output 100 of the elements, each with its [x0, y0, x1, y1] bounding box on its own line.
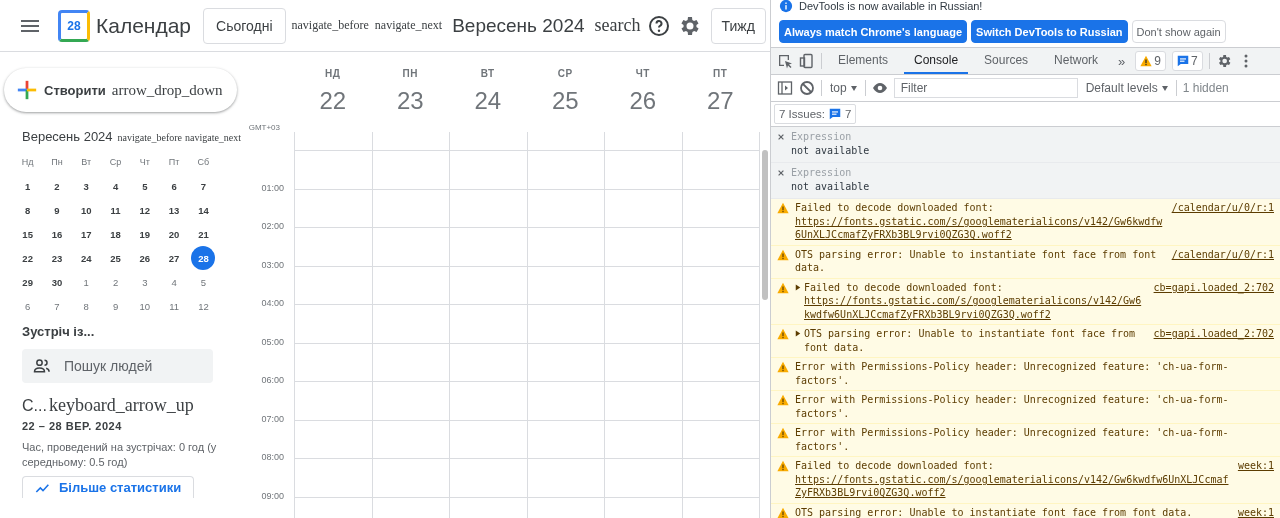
meeting-summary: Час, проведений на зустрічах: 0 год (у середньому: 0.5 год) — [22, 440, 218, 470]
source-link[interactable]: /calendar/u/0/r:1 — [1171, 201, 1274, 215]
url-link[interactable]: https://fonts.gstatic.com/s/googlematerialicons/v142/Gw6kwdfw6UnXLJCcmafZyFRXb3BL9rvi0QZG3Q.woff2 — [795, 472, 1230, 500]
next-month-button[interactable]: navigate_next — [185, 132, 242, 143]
date-number[interactable]: 26 — [629, 87, 657, 115]
previous-month-button[interactable]: navigate_before — [117, 132, 182, 143]
panel-tab[interactable]: Sources — [974, 48, 1039, 74]
calendar-day[interactable]: 6 — [15, 294, 40, 318]
url-link[interactable]: https://fonts.gstatic.com/s/googlematerialicons/v142/Gw6kwdfw6UnXLJCcmafZyFRXb3BL9rvi0QZG3Q.woff2 — [804, 294, 1146, 321]
source-link[interactable]: /calendar/u/0/r:1 — [1171, 247, 1274, 261]
calendar-day[interactable]: 21 — [191, 222, 216, 246]
date-number[interactable]: 23 — [396, 87, 424, 115]
device-icon[interactable] — [799, 53, 815, 69]
panel-tab[interactable]: Elements — [828, 48, 899, 74]
calendar-day[interactable]: 27 — [162, 246, 187, 270]
warning-icon — [777, 202, 789, 214]
calendar-day[interactable]: 10 — [74, 198, 99, 222]
calendar-day[interactable]: 16 — [44, 222, 69, 246]
source-link[interactable]: cb=gapi.loaded_2:702 — [1153, 280, 1274, 294]
expand-icon[interactable] — [795, 330, 801, 337]
close-icon[interactable] — [777, 169, 785, 177]
calendar-day[interactable]: 26 — [132, 246, 157, 270]
issues-button[interactable]: 7 Issues: 7 — [774, 104, 857, 124]
calendar-day[interactable]: 24 — [74, 246, 99, 270]
calendar-day[interactable]: 17 — [74, 222, 99, 246]
calendar-day[interactable]: 3 — [132, 270, 157, 294]
calendar-day[interactable]: 4 — [103, 174, 128, 198]
calendar-day[interactable]: 18 — [103, 222, 128, 246]
close-icon[interactable] — [777, 133, 785, 141]
weekday-label: Нд — [20, 156, 35, 169]
calendar-day[interactable]: 14 — [191, 198, 216, 222]
messages-counter[interactable]: 7 — [1172, 51, 1203, 71]
calendar-day[interactable]: 13 — [162, 198, 187, 222]
previous-button[interactable]: navigate_before — [291, 18, 369, 33]
warnings-counter[interactable]: 9 — [1135, 51, 1167, 71]
source-link[interactable]: week:1 — [1237, 505, 1274, 518]
calendar-day[interactable]: 8 — [15, 198, 40, 222]
calendar-day[interactable]: 19 — [132, 222, 157, 246]
weekday-label: ПН — [402, 68, 418, 79]
date-number[interactable]: 25 — [551, 87, 579, 115]
clear-console-icon[interactable] — [799, 80, 815, 96]
calendar-day[interactable]: 10 — [132, 294, 157, 318]
weekday-label: Чт — [138, 156, 151, 169]
filter-field[interactable]: Filter — [893, 78, 1078, 98]
calendar-day[interactable]: 7 — [191, 174, 216, 198]
calendar-day[interactable]: 2 — [103, 270, 128, 294]
url-link[interactable]: https://fonts.gstatic.com/s/googlematerialicons/v142/Gw6kwdfw6UnXLJCcmafZyFRXb3BL9rvi0QZG3Q.woff2 — [795, 214, 1164, 242]
eye-icon[interactable] — [871, 80, 888, 96]
calendar-day[interactable]: 30 — [44, 270, 69, 294]
date-number[interactable]: 24 — [474, 87, 502, 115]
calendar-day[interactable]: 15 — [15, 222, 40, 246]
notice-button[interactable]: Always match Chrome's language — [779, 20, 968, 43]
calendar-day[interactable]: 1 — [74, 270, 99, 294]
calendar-day[interactable]: 11 — [103, 198, 128, 222]
calendar-day[interactable]: 8 — [74, 294, 99, 318]
calendar-day[interactable]: 20 — [162, 222, 187, 246]
help-icon[interactable] — [646, 13, 671, 38]
calendar-day[interactable]: 6 — [162, 174, 187, 198]
expand-icon[interactable] — [795, 283, 801, 291]
expression-value: not available — [791, 179, 871, 193]
sidebar-toggle-icon[interactable] — [777, 80, 793, 96]
calendar-day[interactable]: 28 — [191, 246, 216, 270]
more-stats-button[interactable]: Більше статистики — [22, 476, 195, 498]
warning-text: Failed to decode downloaded font: — [795, 201, 995, 215]
calendar-day[interactable]: 25 — [103, 246, 128, 270]
create-button[interactable]: Створити arrow_drop_down — [4, 68, 237, 112]
more-tabs-button[interactable]: » — [1114, 53, 1130, 69]
view-dropdown[interactable]: Тижд — [710, 7, 766, 44]
collapse-button[interactable]: keyboard_arrow_up — [48, 395, 194, 416]
calendar-day[interactable]: 29 — [15, 270, 40, 294]
calendar-day[interactable]: 12 — [132, 198, 157, 222]
calendar-day[interactable]: 11 — [162, 294, 187, 318]
notice-button[interactable]: Don't show again — [1131, 20, 1226, 43]
levels-dropdown[interactable]: Default levels — [1083, 81, 1170, 95]
source-link[interactable]: cb=gapi.loaded_2:702 — [1153, 327, 1274, 341]
calendar-day[interactable]: 1 — [15, 174, 40, 198]
calendar-day[interactable]: 4 — [162, 270, 187, 294]
warning-icon — [777, 281, 789, 294]
next-button[interactable]: navigate_next — [374, 18, 443, 33]
calendar-day[interactable]: 9 — [44, 198, 69, 222]
today-button[interactable]: Сьогодні — [203, 7, 286, 44]
calendar-day[interactable]: 2 — [44, 174, 69, 198]
calendar-day[interactable]: 5 — [191, 270, 216, 294]
date-number[interactable]: 22 — [319, 87, 347, 115]
context-dropdown[interactable]: top — [828, 81, 859, 95]
source-link[interactable]: week:1 — [1237, 459, 1274, 473]
calendar-day[interactable]: 7 — [44, 294, 69, 318]
date-number[interactable]: 27 — [706, 87, 734, 115]
calendar-day[interactable]: 5 — [132, 174, 157, 198]
calendar-day[interactable]: 3 — [74, 174, 99, 198]
inspect-icon[interactable] — [777, 53, 793, 69]
panel-tab[interactable]: Network — [1044, 48, 1109, 74]
people-search-field[interactable]: Пошук людей — [22, 349, 213, 383]
search-button[interactable]: search — [594, 15, 641, 36]
notice-button[interactable]: Switch DevTools to Russian — [971, 20, 1128, 43]
calendar-day[interactable]: 23 — [44, 246, 69, 270]
calendar-day[interactable]: 9 — [103, 294, 128, 318]
calendar-day[interactable]: 22 — [15, 246, 40, 270]
message-icon — [1177, 55, 1190, 67]
calendar-day[interactable]: 12 — [191, 294, 216, 318]
